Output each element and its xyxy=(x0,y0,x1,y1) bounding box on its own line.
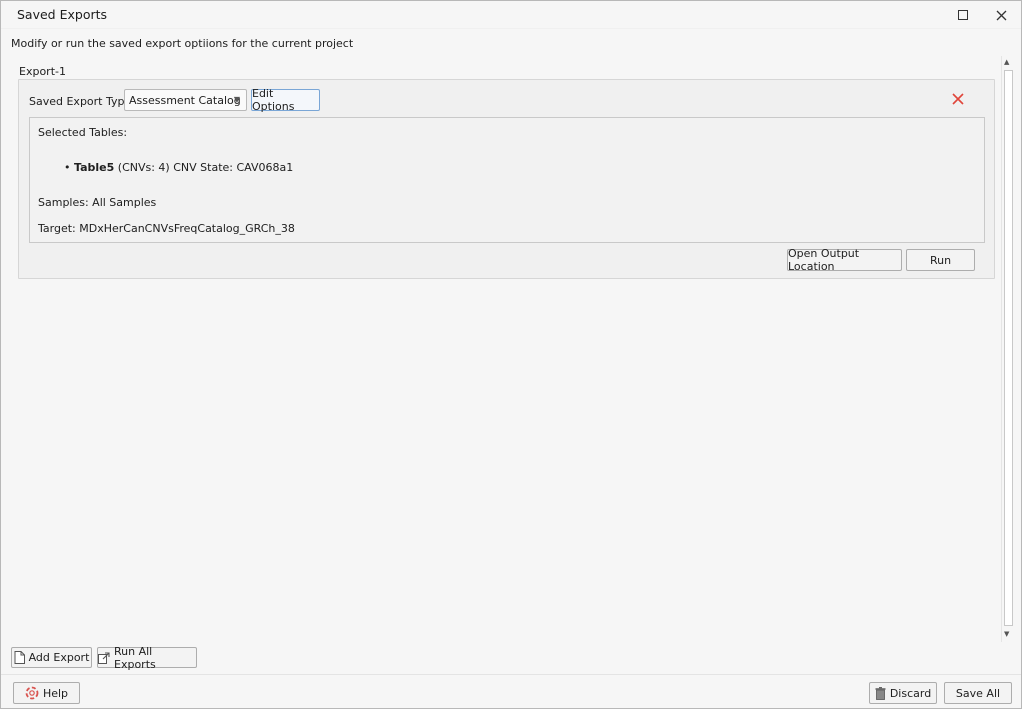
table-list-item: • Table5 (CNVs: 4) CNV State: CAV068a1 xyxy=(64,161,293,174)
discard-button[interactable]: Discard xyxy=(869,682,937,704)
export-type-value: Assessment Catalog xyxy=(129,94,241,107)
open-output-location-button[interactable]: Open Output Location xyxy=(787,247,902,273)
open-output-label: Open Output Location xyxy=(788,247,860,273)
add-export-label: Add Export xyxy=(28,651,90,664)
exports-scroll-area[interactable]: Export-1 Saved Export Type: Assessment C… xyxy=(9,55,1015,643)
scrollbar-thumb[interactable] xyxy=(1004,70,1013,626)
edit-options-button[interactable]: Edit Options xyxy=(251,87,320,113)
window-title: Saved Exports xyxy=(17,7,108,22)
dialog-description: Modify or run the saved export optiions … xyxy=(11,37,354,50)
title-bar: Saved Exports xyxy=(1,1,1021,29)
scroll-down-icon[interactable]: ▼ xyxy=(1004,630,1009,638)
bullet-icon: • xyxy=(64,161,71,174)
vertical-scrollbar[interactable]: ▲ ▼ xyxy=(1001,56,1014,642)
run-label: Run xyxy=(929,253,952,267)
export-type-label: Saved Export Type: xyxy=(29,95,135,108)
table-name: Table5 xyxy=(74,161,115,174)
footer-divider xyxy=(1,674,1021,675)
maximize-icon xyxy=(958,10,968,20)
run-all-exports-button[interactable]: Run All Exports xyxy=(97,644,197,671)
help-label: Help xyxy=(42,686,69,700)
edit-options-label: Edit Options xyxy=(252,87,295,113)
target-text: Target: MDxHerCanCNVsFreqCatalog_GRCh_38 xyxy=(38,222,295,235)
help-lifebuoy-icon xyxy=(25,686,39,700)
close-button[interactable] xyxy=(986,3,1016,27)
saved-exports-window: Saved Exports Modify or run the saved ex… xyxy=(0,0,1022,709)
export-card: Saved Export Type: Assessment Catalog ▼ … xyxy=(18,79,995,279)
close-icon xyxy=(996,10,1006,20)
run-all-exports-label: Run All Exports xyxy=(114,644,156,671)
run-button[interactable]: Run xyxy=(906,249,975,271)
save-all-label: Save All xyxy=(955,686,1001,700)
add-export-button[interactable]: Add Export xyxy=(11,647,92,668)
new-document-icon xyxy=(14,651,25,664)
delete-x-icon xyxy=(952,93,964,105)
export-title: Export-1 xyxy=(19,65,66,78)
discard-label: Discard xyxy=(889,686,932,700)
maximize-button[interactable] xyxy=(948,3,978,27)
samples-text: Samples: All Samples xyxy=(38,196,157,209)
help-button[interactable]: Help xyxy=(13,682,80,704)
trash-icon xyxy=(875,686,886,700)
selected-tables-panel: Selected Tables: • Table5 (CNVs: 4) CNV … xyxy=(29,117,985,243)
selected-tables-label: Selected Tables: xyxy=(38,126,128,139)
save-all-button[interactable]: Save All xyxy=(944,682,1012,704)
scroll-up-icon[interactable]: ▲ xyxy=(1004,58,1009,66)
export-type-dropdown[interactable]: Assessment Catalog ▼ xyxy=(124,89,247,111)
table-detail: (CNVs: 4) CNV State: CAV068a1 xyxy=(114,161,294,174)
chevron-down-icon: ▼ xyxy=(233,95,240,104)
delete-export-button[interactable] xyxy=(951,92,965,106)
external-run-icon xyxy=(98,651,110,664)
